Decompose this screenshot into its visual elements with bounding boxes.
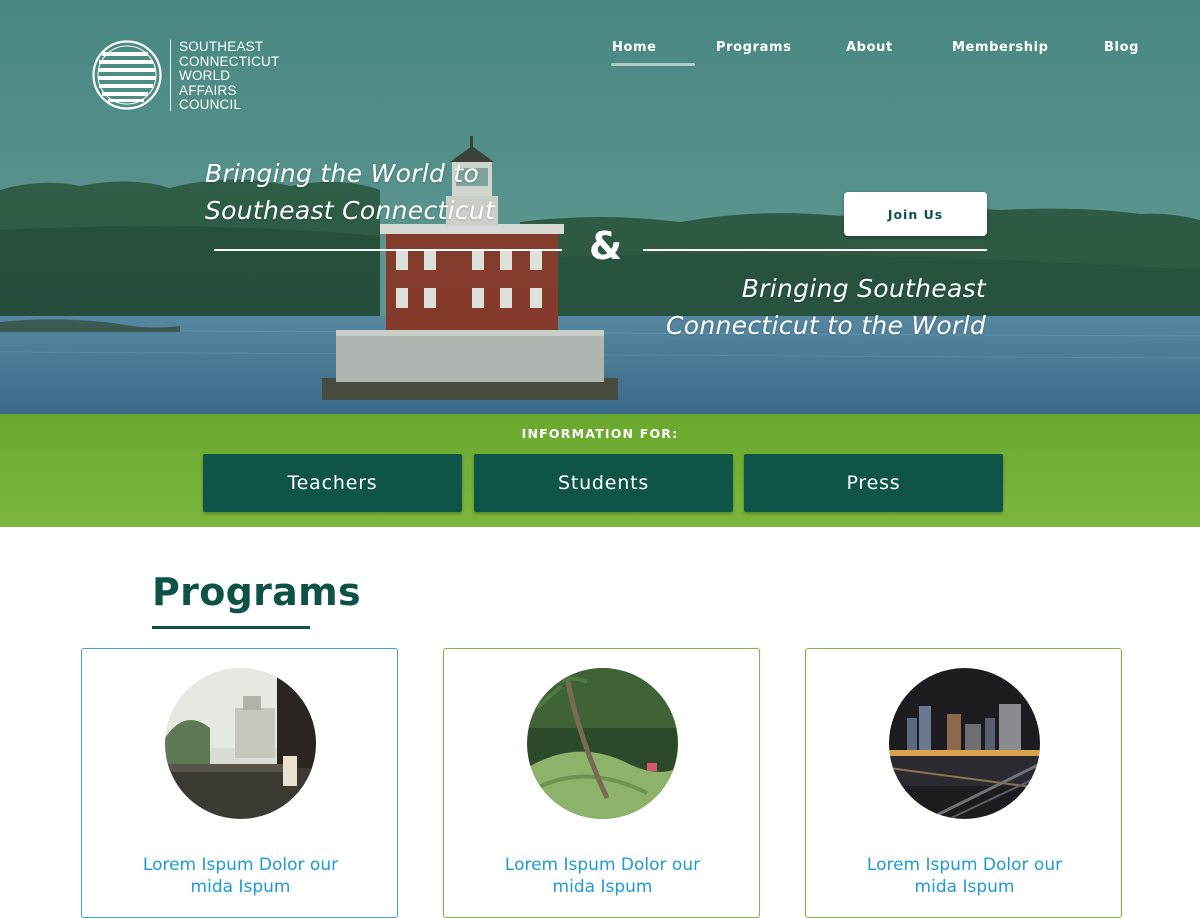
programs-heading-underline: [152, 626, 310, 629]
nav-item-programs[interactable]: Programs: [716, 40, 791, 55]
program-card[interactable]: Lorem Ispum Dolor our mida Ispum: [805, 648, 1122, 918]
program-image-jungle: [527, 668, 678, 819]
tagline-line: Connecticut to the World: [666, 311, 986, 340]
program-image-city-night: [889, 668, 1040, 819]
logo-line: AFFAIRS: [179, 82, 237, 98]
hero-tagline-right: Bringing Southeast Connecticut to the Wo…: [666, 270, 986, 344]
join-us-button[interactable]: Join Us: [844, 192, 987, 236]
hero-divider-right: [643, 249, 987, 251]
nav-item-blog[interactable]: Blog: [1104, 40, 1139, 55]
nav-item-home[interactable]: Home: [612, 40, 657, 55]
hero-tagline-left: Bringing the World to Southeast Connecti…: [205, 155, 495, 229]
program-card[interactable]: Lorem Ispum Dolor our mida Ispum: [81, 648, 398, 918]
information-for-band: INFORMATION FOR: Teachers Students Press: [0, 414, 1200, 527]
tagline-line: Bringing the World to: [205, 159, 480, 188]
main-nav: Home Programs About Membership Blog: [0, 40, 1200, 70]
students-button[interactable]: Students: [474, 454, 733, 512]
program-card-title: Lorem Ispum Dolor our mida Ispum: [504, 855, 701, 897]
teachers-button[interactable]: Teachers: [203, 454, 462, 512]
program-card-title: Lorem Ispum Dolor our mida Ispum: [142, 855, 339, 897]
hero-divider-left: [214, 249, 562, 251]
logo-line: COUNCIL: [179, 97, 242, 113]
hero-section: SOUTHEAST CONNECTICUT WORLD AFFAIRS COUN…: [0, 0, 1200, 414]
press-button[interactable]: Press: [744, 454, 1003, 512]
nav-active-indicator: [611, 63, 695, 66]
tagline-line: Southeast Connecticut: [205, 196, 496, 225]
nav-item-about[interactable]: About: [846, 40, 893, 55]
program-card[interactable]: Lorem Ispum Dolor our mida Ispum: [443, 648, 760, 918]
logo-line: WORLD: [179, 68, 231, 84]
information-for-label: INFORMATION FOR:: [521, 426, 679, 441]
tagline-line: Bringing Southeast: [741, 274, 986, 303]
programs-heading: Programs: [152, 570, 361, 614]
hero-ampersand: &: [589, 224, 623, 268]
program-image-train-window: [165, 668, 316, 819]
program-card-title: Lorem Ispum Dolor our mida Ispum: [866, 855, 1063, 897]
nav-item-membership[interactable]: Membership: [952, 40, 1049, 55]
